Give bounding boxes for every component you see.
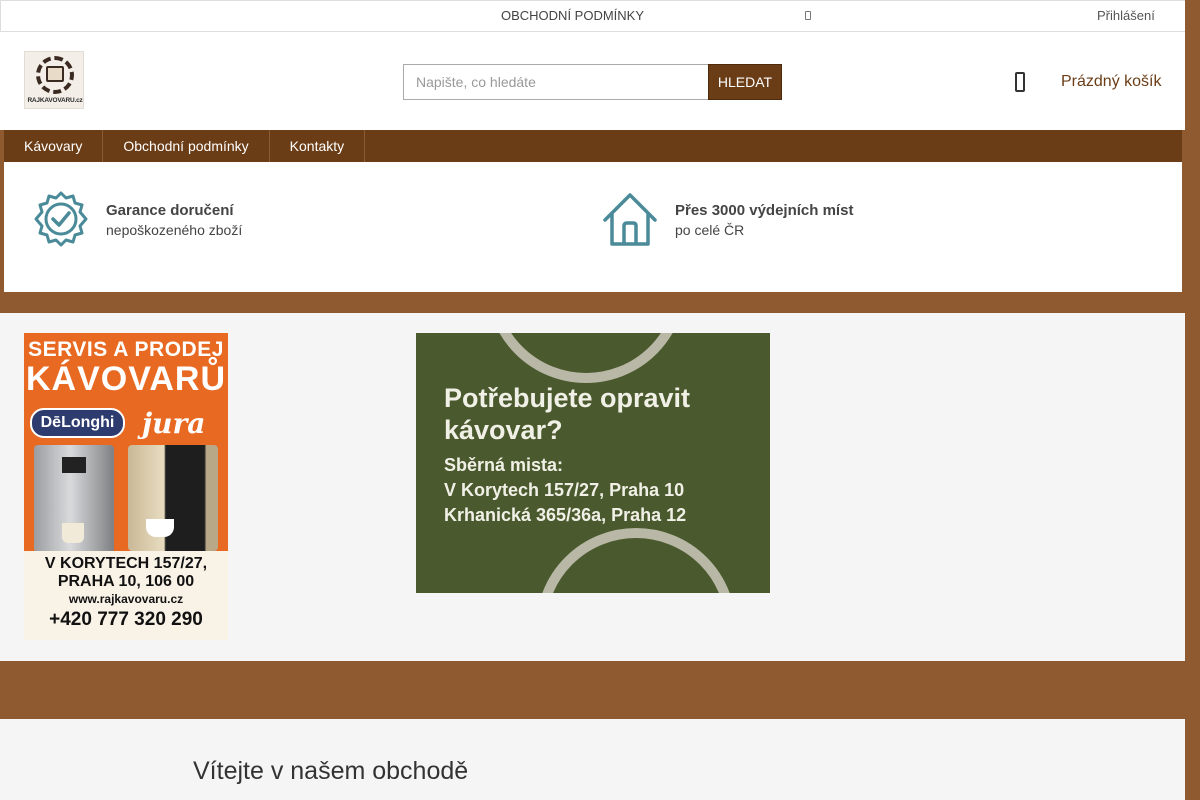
banner-headline: SERVIS A PRODEJ: [28, 338, 224, 361]
banner-phone: +420 777 320 290: [49, 609, 203, 630]
coffee-machine-image: [34, 445, 114, 551]
decorative-ring: [536, 528, 736, 593]
page-side-rail: [1185, 0, 1200, 800]
repair-banner-title: Potřebujete opravit: [444, 383, 691, 413]
benefit-delivery: Garance doručení nepoškozeného zboží: [32, 190, 432, 250]
benefit-pickup-points: Přes 3000 výdejních míst po celé ČR: [601, 190, 1001, 250]
nav-item-kavovary[interactable]: Kávovary: [4, 130, 104, 162]
banner-headline-large: KÁVOVARŮ: [25, 360, 227, 398]
terms-link[interactable]: OBCHODNÍ PODMÍNKY: [501, 8, 644, 23]
phone-icon: [805, 11, 811, 20]
cart-icon[interactable]: [1015, 72, 1025, 92]
welcome-heading: Vítejte v našem obchodě: [193, 757, 469, 785]
cart-link[interactable]: Prázdný košík: [1061, 73, 1161, 91]
banner-section: SERVIS A PRODEJ KÁVOVARŮ DēLonghi jura V…: [0, 313, 1185, 661]
badge-check-icon: [34, 191, 88, 247]
repair-banner-line: Sběrná mista:: [444, 455, 564, 475]
decorative-ring: [486, 333, 686, 383]
repair-banner-title-2: kávovar?: [444, 415, 563, 445]
header: RAJKAVOVARU.cz HLEDAT Prázdný košík: [0, 32, 1185, 130]
benefit-title: Přes 3000 výdejních míst: [675, 202, 854, 219]
service-sale-banner[interactable]: SERVIS A PRODEJ KÁVOVARŮ DēLonghi jura V…: [24, 333, 228, 640]
banner-contact-area: V KORYTECH 157/27, PRAHA 10, 106 00 www.…: [24, 551, 228, 640]
top-bar: OBCHODNÍ PODMÍNKY Přihlášení: [0, 0, 1185, 32]
benefit-subtitle: po celé ČR: [675, 222, 745, 238]
welcome-section: Vítejte v našem obchodě: [0, 719, 1185, 800]
delonghi-logo: DēLonghi: [30, 408, 125, 438]
coffee-machine-image: [128, 445, 218, 551]
house-icon: [603, 193, 657, 246]
nav-item-obchodni-podminky[interactable]: Obchodní podmínky: [103, 130, 270, 162]
coffee-machine-icon: [46, 66, 64, 82]
repair-banner-line: Krhanická 365/36a, Praha 12: [444, 505, 687, 525]
logo-text: RAJKAVOVARU.cz: [27, 97, 83, 104]
banner-address-line2: PRAHA 10, 106 00: [57, 573, 195, 590]
banner-address-line1: V KORYTECH 157/27,: [44, 555, 208, 572]
repair-banner-line: V Korytech 157/27, Praha 10: [444, 480, 685, 500]
search-form: HLEDAT: [403, 64, 782, 100]
jura-logo: jura: [142, 407, 206, 440]
main-nav: Kávovary Obchodní podmínky Kontakty: [4, 130, 1182, 162]
nav-item-kontakty[interactable]: Kontakty: [270, 130, 366, 162]
search-input[interactable]: [403, 64, 708, 100]
search-button[interactable]: HLEDAT: [708, 64, 782, 100]
benefit-title: Garance doručení: [106, 202, 234, 219]
benefits-strip: Garance doručení nepoškozeného zboží Pře…: [4, 162, 1182, 292]
site-logo[interactable]: RAJKAVOVARU.cz: [24, 51, 84, 109]
repair-banner[interactable]: Potřebujete opravit kávovar? Sběrná mist…: [416, 333, 770, 593]
benefit-subtitle: nepoškozeného zboží: [106, 222, 243, 238]
login-link[interactable]: Přihlášení: [1097, 8, 1155, 23]
banner-website: www.rajkavovaru.cz: [68, 592, 184, 606]
